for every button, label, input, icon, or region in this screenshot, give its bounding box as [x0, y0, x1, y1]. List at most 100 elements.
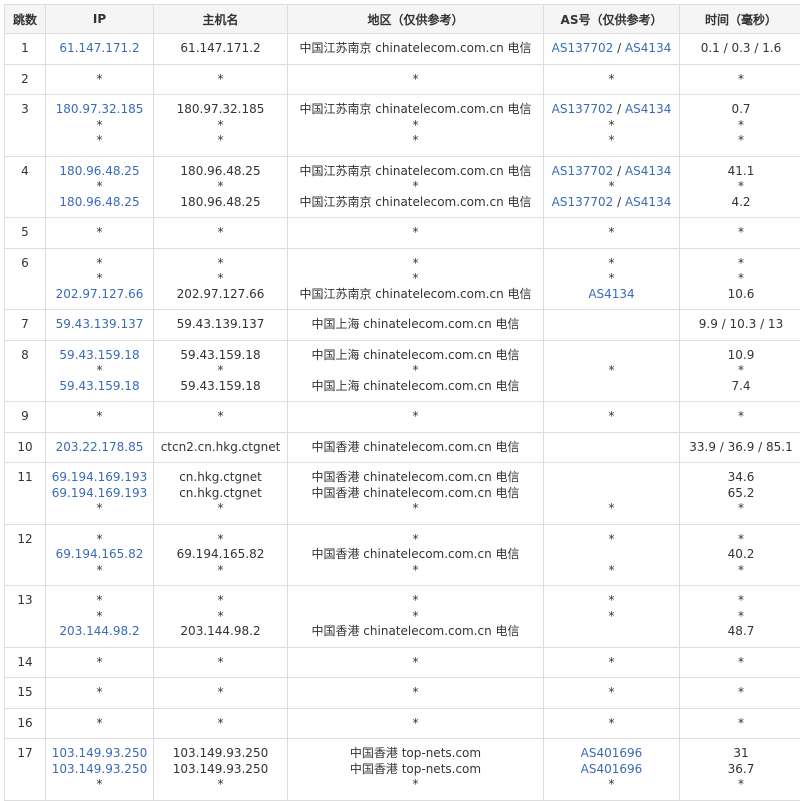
ip-link[interactable]: 180.97.32.185: [56, 102, 144, 116]
ip-link[interactable]: 59.43.139.137: [56, 317, 144, 331]
hostname-cell: **202.97.127.66: [154, 248, 288, 310]
time-text: 48.7: [682, 624, 800, 640]
region-cell: *: [288, 402, 544, 433]
ip-timeout: *: [97, 225, 103, 239]
ip-link[interactable]: 69.194.169.193: [52, 470, 147, 484]
time-cell: *: [680, 218, 800, 249]
as-line: *: [546, 593, 677, 609]
ip-link[interactable]: 103.149.93.250: [52, 762, 147, 776]
ip-timeout: *: [97, 685, 103, 699]
hop-cell: 10: [5, 432, 46, 463]
hop-number: 13: [7, 593, 43, 609]
table-row: 10 203.22.178.85 ctcn2.cn.hkg.ctgnet 中国香港 c…: [5, 432, 800, 463]
hostname-text: *: [156, 363, 285, 379]
ip-cell: **202.97.127.66: [46, 248, 154, 310]
header-hostname: 主机名: [154, 5, 288, 34]
hostname-text: 59.43.139.137: [156, 317, 285, 333]
hop-number: 9: [7, 409, 43, 425]
region-cell: *: [288, 64, 544, 95]
region-text: 中国江苏南京 chinatelecom.com.cn 电信: [290, 195, 541, 211]
table-body: 161.147.171.261.147.171.2中国江苏南京 chinatel…: [5, 34, 800, 801]
as-link[interactable]: AS4134: [588, 287, 634, 301]
ip-link[interactable]: 180.96.48.25: [59, 195, 139, 209]
ip-timeout: *: [97, 609, 103, 623]
ip-cell: 203.22.178.85: [46, 432, 154, 463]
table-row: 15*****: [5, 678, 800, 709]
ip-line: *: [48, 256, 151, 272]
as-link[interactable]: AS4134: [625, 41, 671, 55]
as-timeout: *: [609, 409, 615, 423]
ip-link[interactable]: 202.97.127.66: [56, 287, 144, 301]
ip-cell: 180.96.48.25*180.96.48.25: [46, 156, 154, 218]
time-text: *: [682, 225, 800, 241]
region-text: 中国香港 chinatelecom.com.cn 电信: [290, 440, 541, 456]
hostname-text: 180.96.48.25: [156, 195, 285, 211]
as-line: *: [546, 363, 677, 379]
time-text: *: [682, 179, 800, 195]
ip-line: 69.194.169.193: [48, 486, 151, 502]
ip-link[interactable]: 69.194.169.193: [52, 486, 147, 500]
as-link[interactable]: AS4134: [625, 195, 671, 209]
region-text: *: [290, 72, 541, 88]
region-text: 中国香港 chinatelecom.com.cn 电信: [290, 547, 541, 563]
ip-link[interactable]: 59.43.159.18: [59, 348, 139, 362]
as-timeout: *: [609, 179, 615, 193]
ip-link[interactable]: 69.194.165.82: [56, 547, 144, 561]
hostname-cell: *69.194.165.82*: [154, 524, 288, 586]
as-timeout: *: [609, 133, 615, 147]
ip-line: 59.43.159.18: [48, 348, 151, 364]
as-link[interactable]: AS4134: [625, 164, 671, 178]
time-text: *: [682, 118, 800, 134]
time-cell: *: [680, 402, 800, 433]
table-row: 4180.96.48.25*180.96.48.25180.96.48.25*1…: [5, 156, 800, 218]
ip-cell: *: [46, 708, 154, 739]
ip-link[interactable]: 180.96.48.25: [59, 164, 139, 178]
time-cell: 0.7**: [680, 95, 800, 157]
ip-line: *: [48, 532, 151, 548]
as-link[interactable]: AS137702: [552, 195, 614, 209]
ip-link[interactable]: 103.149.93.250: [52, 746, 147, 760]
ip-line: 180.97.32.185: [48, 102, 151, 118]
hostname-text: *: [156, 685, 285, 701]
region-text: *: [290, 409, 541, 425]
hop-number: 2: [7, 72, 43, 88]
region-cell: 中国香港 chinatelecom.com.cn 电信: [288, 432, 544, 463]
hostname-text: 203.144.98.2: [156, 624, 285, 640]
time-text: 10.6: [682, 287, 800, 303]
as-line: *: [546, 225, 677, 241]
as-separator: /: [613, 195, 625, 209]
ip-link[interactable]: 61.147.171.2: [59, 41, 139, 55]
as-cell: *: [544, 218, 680, 249]
as-link[interactable]: AS401696: [581, 762, 643, 776]
ip-timeout: *: [97, 179, 103, 193]
as-line: *: [546, 501, 677, 517]
table-row: 9*****: [5, 402, 800, 433]
ip-line: 203.22.178.85: [48, 440, 151, 456]
as-line: [546, 624, 677, 640]
as-link[interactable]: AS137702: [552, 41, 614, 55]
as-timeout: *: [609, 363, 615, 377]
as-cell: AS137702 / AS4134**: [544, 95, 680, 157]
as-link[interactable]: AS4134: [625, 102, 671, 116]
traceroute-table: 跳数 IP 主机名 地区（仅供参考） AS号（仅供参考） 时间（毫秒） 161.…: [4, 4, 800, 801]
as-link[interactable]: AS137702: [552, 164, 614, 178]
time-text: *: [682, 256, 800, 272]
table-row: 14*****: [5, 647, 800, 678]
ip-link[interactable]: 203.144.98.2: [59, 624, 139, 638]
hop-number: 10: [7, 440, 43, 456]
ip-cell: *: [46, 678, 154, 709]
ip-link[interactable]: 203.22.178.85: [56, 440, 144, 454]
hop-cell: 14: [5, 647, 46, 678]
hostname-text: ctcn2.cn.hkg.ctgnet: [156, 440, 285, 456]
region-text: 中国香港 top-nets.com: [290, 746, 541, 762]
region-text: *: [290, 563, 541, 579]
ip-link[interactable]: 59.43.159.18: [59, 379, 139, 393]
as-link[interactable]: AS137702: [552, 102, 614, 116]
region-text: 中国江苏南京 chinatelecom.com.cn 电信: [290, 41, 541, 57]
ip-cell: *: [46, 218, 154, 249]
as-link[interactable]: AS401696: [581, 746, 643, 760]
as-line: *: [546, 685, 677, 701]
hop-number: 1: [7, 41, 43, 57]
region-text: *: [290, 593, 541, 609]
hostname-cell: *: [154, 64, 288, 95]
